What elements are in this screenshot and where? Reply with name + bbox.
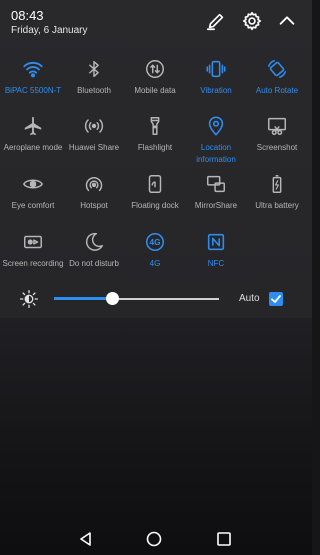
tile-label: Ultra battery [255, 201, 299, 210]
home-icon[interactable] [145, 530, 163, 548]
tile-label: Screen recording [2, 259, 64, 268]
tile-label: Eye comfort [11, 201, 55, 210]
tile-label: Huawei Share [68, 143, 120, 152]
tile-label: Bluetooth [77, 86, 111, 95]
tile-label: Location information [196, 143, 236, 164]
gear-icon[interactable] [241, 10, 263, 32]
screenshot-icon [268, 117, 286, 135]
svg-text:4G: 4G [149, 238, 160, 247]
quick-settings-panel [0, 0, 312, 318]
tile-label: Vibration [200, 86, 232, 95]
navigation-bar [0, 522, 312, 555]
flashlight-icon [150, 117, 160, 135]
slider-thumb[interactable] [106, 292, 119, 305]
vibration-icon [206, 60, 226, 78]
wifi-icon [23, 61, 43, 78]
brightness-icon [19, 289, 39, 309]
auto-brightness-label: Auto [239, 293, 260, 304]
tile-auto-rotate[interactable]: Auto Rotate [246, 58, 308, 97]
tile-mobile-data[interactable]: Mobile data [124, 58, 186, 97]
slider-fill [54, 297, 112, 300]
screen-recording-icon [24, 235, 42, 249]
tile-mirrorshare[interactable]: MirrorShare [185, 173, 247, 212]
huawei-share-icon [84, 119, 104, 133]
tile-ultra-battery[interactable]: Ultra battery [246, 173, 308, 212]
tile-screenshot[interactable]: Screenshot [246, 115, 308, 154]
tile-label: Do not disturb [69, 259, 119, 268]
hotspot-icon [85, 177, 103, 192]
moon-icon [85, 232, 103, 251]
chevron-up-icon[interactable] [276, 10, 298, 32]
tile-label: Flashlight [137, 143, 173, 152]
blurred-background [0, 318, 312, 555]
brightness-slider[interactable] [54, 292, 219, 306]
tile-nfc[interactable]: NFC [185, 231, 247, 270]
battery-icon [272, 175, 282, 193]
tile-screen-recording[interactable]: Screen recording [2, 231, 64, 270]
eye-icon [22, 179, 44, 189]
tile-flashlight[interactable]: Flashlight [124, 115, 186, 154]
bluetooth-icon [88, 60, 99, 78]
tile-wifi[interactable]: BiPAC 5500N-T [2, 58, 64, 97]
tile-eye-comfort[interactable]: Eye comfort [2, 173, 64, 212]
floating-dock-icon [148, 175, 162, 193]
tile-label: MirrorShare [194, 201, 238, 210]
checkmark-icon [271, 295, 281, 303]
tile-label: Auto Rotate [255, 86, 299, 95]
tile-location-information[interactable]: Location information [185, 115, 247, 166]
tile-label: Aeroplane mode [3, 143, 63, 152]
tile-label: NFC [207, 259, 225, 268]
tile-bluetooth[interactable]: Bluetooth [63, 58, 125, 97]
mirrorshare-icon [207, 175, 225, 193]
tile-label: Mobile data [134, 86, 176, 95]
4g-icon: 4G [145, 232, 165, 252]
nfc-icon [207, 233, 225, 251]
tile-label: Hotspot [80, 201, 108, 210]
tile-hotspot[interactable]: Hotspot [63, 173, 125, 212]
status-time: 08:43 [11, 8, 44, 23]
recents-icon[interactable] [215, 530, 233, 548]
auto-brightness-checkbox[interactable] [269, 292, 283, 306]
tile-aeroplane-mode[interactable]: Aeroplane mode [2, 115, 64, 154]
tile-vibration[interactable]: Vibration [185, 58, 247, 97]
tile-huawei-share[interactable]: Huawei Share [63, 115, 125, 154]
tile-4g[interactable]: 4G 4G [124, 231, 186, 270]
tile-do-not-disturb[interactable]: Do not disturb [63, 231, 125, 270]
tile-floating-dock[interactable]: Floating dock [124, 173, 186, 212]
auto-rotate-icon [267, 59, 287, 79]
mobile-data-icon [146, 60, 164, 78]
back-icon[interactable] [77, 530, 95, 548]
edit-icon[interactable] [205, 10, 227, 32]
tile-label: Floating dock [131, 201, 179, 210]
location-icon [208, 116, 224, 136]
aeroplane-icon [24, 116, 42, 136]
tile-label: Screenshot [256, 143, 298, 152]
status-date: Friday, 6 January [11, 25, 88, 36]
tile-label: BiPAC 5500N-T [4, 86, 62, 95]
tile-label: 4G [149, 259, 161, 268]
